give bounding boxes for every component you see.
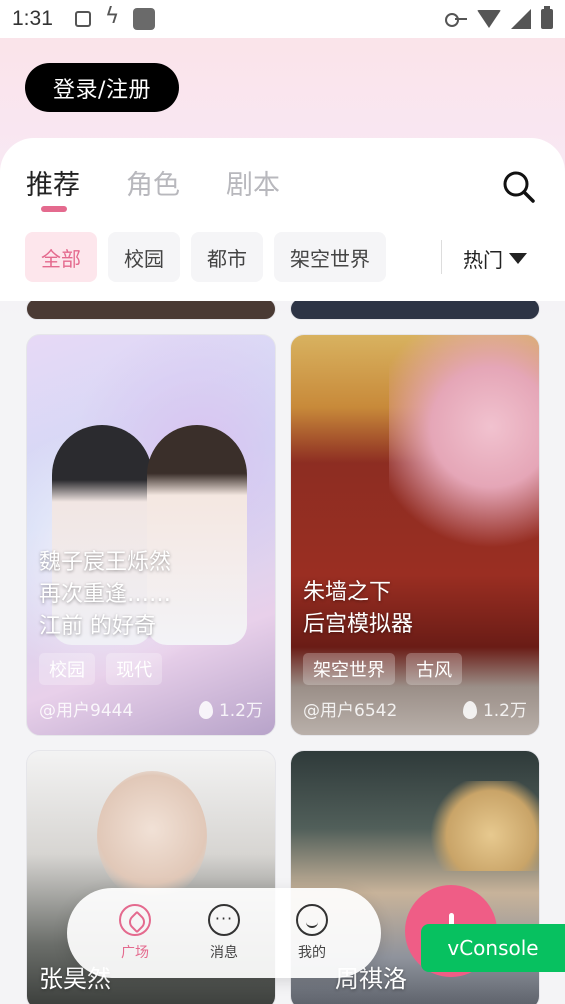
card-title-line: 江前 的好奇 bbox=[39, 614, 156, 639]
battery-icon bbox=[541, 6, 553, 29]
card-title: 朱墙之下 后宫模拟器 bbox=[303, 577, 413, 641]
card-author: @用户6542 bbox=[303, 701, 398, 721]
tab-indicator bbox=[41, 206, 67, 212]
card-tags: 校园 现代 bbox=[39, 653, 168, 685]
app-notification-icon bbox=[132, 8, 155, 30]
story-card[interactable]: 魏子宸王烁然 再次重逢…… 江前 的好奇 校园 现代 @用户9444 1.2万 bbox=[26, 334, 276, 736]
compass-icon bbox=[119, 904, 151, 936]
card-image bbox=[97, 771, 207, 901]
bolt-icon bbox=[103, 4, 121, 29]
sort-label: 热门 bbox=[463, 248, 503, 272]
card-image bbox=[431, 781, 539, 871]
story-card[interactable]: 朱墙之下 后宫模拟器 架空世界 古风 @用户6542 1.2万 bbox=[290, 334, 540, 736]
card-title: 魏子宸王烁然 再次重逢…… 江前 的好奇 bbox=[39, 547, 171, 643]
card-title-line: 后宫模拟器 bbox=[303, 612, 414, 637]
card-heat: 1.2万 bbox=[198, 696, 263, 721]
chip-fantasy-world[interactable]: 架空世界 bbox=[274, 232, 386, 282]
vpn-key-icon bbox=[445, 13, 467, 27]
card-title-line: 再次重逢…… bbox=[39, 582, 172, 607]
tag: 架空世界 bbox=[303, 653, 395, 685]
card-title-line: 朱墙之下 bbox=[303, 580, 392, 605]
status-bar: 1:31 bbox=[0, 0, 565, 38]
card-title-line: 魏子宸王烁然 bbox=[39, 550, 172, 575]
nav-label: 消息 bbox=[210, 945, 238, 961]
flame-icon bbox=[462, 701, 477, 719]
chip-all[interactable]: 全部 bbox=[25, 232, 97, 282]
nav-label: 广场 bbox=[121, 945, 149, 961]
chip-campus[interactable]: 校园 bbox=[108, 232, 180, 282]
caret-down-icon bbox=[509, 253, 527, 264]
heat-count: 1.2万 bbox=[482, 701, 527, 721]
card-image bbox=[389, 335, 539, 565]
tag: 现代 bbox=[106, 653, 163, 685]
card-meta: @用户9444 1.2万 bbox=[39, 696, 263, 721]
notification-a-icon bbox=[74, 11, 91, 27]
category-chips: 全部 校园 都市 架空世界 bbox=[25, 232, 386, 282]
card-peek-right[interactable] bbox=[290, 298, 540, 320]
divider bbox=[441, 240, 442, 274]
sort-dropdown[interactable]: 热门 bbox=[463, 244, 527, 273]
tab-scripts[interactable]: 剧本 bbox=[226, 163, 280, 202]
tag: 古风 bbox=[406, 653, 463, 685]
tag: 校园 bbox=[39, 653, 95, 685]
nav-plaza[interactable]: 广场 bbox=[105, 904, 165, 962]
flame-icon bbox=[198, 701, 213, 719]
card-meta: @用户6542 1.2万 bbox=[303, 696, 527, 721]
chip-city[interactable]: 都市 bbox=[191, 232, 263, 282]
cell-signal-icon bbox=[511, 9, 531, 29]
vconsole-button[interactable]: vConsole bbox=[421, 924, 565, 972]
card-heat: 1.2万 bbox=[462, 696, 527, 721]
nav-messages[interactable]: 消息 bbox=[194, 904, 254, 962]
main-tabs: 推荐 角色 剧本 bbox=[26, 163, 280, 202]
wifi-icon bbox=[477, 10, 501, 28]
message-icon bbox=[208, 904, 240, 936]
card-peek-left[interactable] bbox=[26, 298, 276, 320]
nav-label: 我的 bbox=[298, 945, 326, 961]
login-register-button[interactable]: 登录/注册 bbox=[25, 63, 179, 112]
nav-mine[interactable]: 我的 bbox=[282, 904, 342, 962]
search-icon[interactable] bbox=[501, 169, 535, 203]
bottom-nav: 广场 消息 我的 bbox=[67, 888, 381, 978]
tab-characters[interactable]: 角色 bbox=[126, 163, 180, 202]
card-tags: 架空世界 古风 bbox=[303, 653, 468, 685]
smile-icon bbox=[296, 904, 328, 936]
tab-recommend[interactable]: 推荐 bbox=[26, 163, 80, 202]
status-time: 1:31 bbox=[12, 7, 53, 30]
heat-count: 1.2万 bbox=[218, 701, 263, 721]
card-author: @用户9444 bbox=[39, 701, 134, 721]
